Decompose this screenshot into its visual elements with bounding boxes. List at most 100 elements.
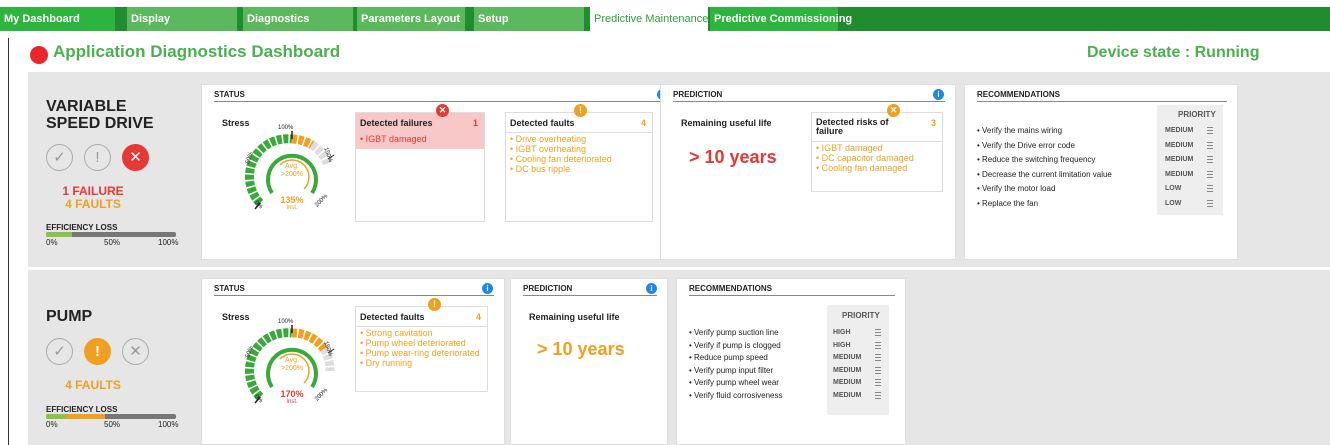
error-icon: ✕ xyxy=(122,144,149,171)
card-divider xyxy=(214,295,494,296)
page-title: Application Diagnostics Dashboard xyxy=(53,42,341,61)
priority-level-icon xyxy=(1207,127,1213,135)
warning-icon: ! xyxy=(84,144,111,171)
eff-tick-50: 50% xyxy=(104,420,121,429)
card-divider xyxy=(977,101,1227,102)
priority-value: LOW xyxy=(1165,199,1182,207)
gauge-avg-label: Avg. xyxy=(285,163,299,170)
tab-setup[interactable]: Setup xyxy=(474,7,584,31)
faults-header: Detected faults xyxy=(356,307,487,327)
fault-badge-icon: ! xyxy=(574,104,587,117)
gauge-instant-label: Inst. xyxy=(286,399,298,405)
gauge-label-100: 100% xyxy=(278,319,294,325)
faults-title: Detected faults xyxy=(360,312,425,322)
fault-count: 4 FAULTS xyxy=(65,378,121,392)
eff-tick-100: 100% xyxy=(158,238,179,247)
alarm-status-icon xyxy=(30,46,48,64)
list-item: • Pump wear-ring deteriorated xyxy=(360,348,480,358)
priority-value: MEDIUM xyxy=(1165,170,1194,178)
faults-count: 4 xyxy=(640,118,646,128)
priority-value: HIGH xyxy=(833,329,851,336)
priority-level-icon xyxy=(1207,199,1213,208)
efficiency-loss-label: EFFICIENCY LOSS xyxy=(46,223,118,232)
fault-count: 4 FAULTS xyxy=(65,197,121,211)
tab-predictive-maintenance[interactable]: Predictive Maintenance xyxy=(590,7,708,31)
priority-level-icon xyxy=(1207,156,1213,164)
list-item: • Cooling fan damaged xyxy=(816,163,908,173)
gauge-avg-value: >200% xyxy=(281,171,303,178)
priority-value: MEDIUM xyxy=(833,391,862,399)
risks-count: 3 xyxy=(930,118,936,128)
recommendation-item: • Verify pump wheel wear xyxy=(689,378,779,387)
drive-section: VARIABLE SPEED DRIVE ✓ ! ✕ 1 FAILURE 4 FA… xyxy=(28,72,1330,267)
failure-badge-icon: ✕ xyxy=(436,104,449,117)
priority-value: LOW xyxy=(1165,185,1182,192)
priority-value: MEDIUM xyxy=(833,379,862,386)
recommendation-item: • Verify the motor load xyxy=(977,184,1056,193)
recommendation-item: • Replace the fan xyxy=(977,198,1039,208)
priority-level-icon xyxy=(875,354,881,362)
priority-level-icon xyxy=(875,341,881,350)
priority-level-icon xyxy=(875,391,881,400)
gauge-average: Avg. >200% xyxy=(272,163,312,179)
list-item: • DC bus ripple xyxy=(510,164,571,174)
drive-name-line1: VARIABLE xyxy=(46,98,127,115)
tab-display[interactable]: Display xyxy=(127,7,237,31)
tab-diagnostics[interactable]: Diagnostics xyxy=(243,7,353,31)
failures-list: • IGBT damaged xyxy=(360,134,480,144)
priority-level-icon xyxy=(1207,141,1213,150)
pump-recommendations-card: RECOMMENDATIONS PRIORITY • Verify pump s… xyxy=(676,278,906,445)
pump-section: PUMP ✓ ! ✕ 4 FAULTS EFFICIENCY LOSS 0% 5… xyxy=(28,270,1330,445)
list-item: • IGBT damaged xyxy=(816,143,883,153)
gauge-instant-label: Inst. xyxy=(286,205,298,211)
pump-status-card: STATUS i Stress 100% 50% 150% 0% 200% Av… xyxy=(201,278,505,445)
tab-bar: My Dashboard Display Diagnostics Paramet… xyxy=(0,0,1330,38)
drive-name-line2: SPEED DRIVE xyxy=(46,115,154,132)
prediction-title: PREDICTION xyxy=(673,90,723,99)
check-icon: ✓ xyxy=(46,338,73,365)
drive-recommendations-card: RECOMMENDATIONS PRIORITY • Verify the ma… xyxy=(964,84,1238,260)
faults-count: 4 xyxy=(475,312,481,322)
faults-title: Detected faults xyxy=(510,118,575,128)
gauge-instant-value: 170% xyxy=(280,389,304,399)
failure-count: 1 FAILURE xyxy=(62,184,124,198)
tab-my-dashboard[interactable]: My Dashboard xyxy=(0,7,115,31)
list-item: • Pump wheel deteriorated xyxy=(360,338,466,348)
priority-level-icon xyxy=(875,379,881,387)
efficiency-loss-fill-orange xyxy=(65,414,105,419)
info-icon[interactable]: i xyxy=(482,283,493,294)
card-divider xyxy=(689,295,895,296)
efficiency-loss-bar xyxy=(46,232,176,237)
close-icon: ✕ xyxy=(122,338,149,365)
eff-tick-100: 100% xyxy=(158,420,179,429)
detected-faults-box: Detected faults 4 • Drive overheating • I… xyxy=(505,104,653,222)
warning-icon: ! xyxy=(84,338,111,365)
detected-failures-box: Detected failures 1 • IGBT damaged ✕ xyxy=(355,104,485,222)
recommendations-title: RECOMMENDATIONS xyxy=(977,90,1060,99)
priority-value: MEDIUM xyxy=(833,366,862,374)
gauge-avg-label: Avg. xyxy=(285,357,299,364)
efficiency-loss-fill xyxy=(46,414,66,419)
tab-predictive-commissioning[interactable]: Predictive Commissioning xyxy=(710,7,852,31)
recommendations-title: RECOMMENDATIONS xyxy=(689,284,772,293)
priority-header: PRIORITY xyxy=(842,311,880,320)
gauge-instant-value: 135% xyxy=(280,195,304,205)
priority-level-icon xyxy=(1207,185,1213,193)
list-item: • Strong cavitation xyxy=(360,328,433,338)
risks-list: • IGBT damaged • DC capacitor damaged • Co… xyxy=(816,143,938,173)
recommendation-item: • Verify the mains wiring xyxy=(977,126,1063,135)
list-item: • Dry running xyxy=(360,358,413,368)
info-icon[interactable]: i xyxy=(646,283,657,294)
risk-badge-icon: ✕ xyxy=(887,104,900,117)
list-item: • DC capacitor damaged xyxy=(816,153,914,163)
risks-header: Detected risks of failure xyxy=(812,113,942,142)
tab-parameters-layout[interactable]: Parameters Layout xyxy=(357,7,465,31)
recommendation-item: • Verify if pump is clogged xyxy=(689,340,781,350)
priority-level-icon xyxy=(875,329,881,337)
priority-level-icon xyxy=(1207,170,1213,179)
info-icon[interactable]: i xyxy=(933,89,944,100)
page-header: Application Diagnostics Dashboard Device… xyxy=(0,38,1330,66)
status-title: STATUS xyxy=(214,284,245,293)
drive-prediction-card: PREDICTION i Remaining useful life > 10 … xyxy=(660,84,956,260)
card-divider xyxy=(523,295,657,296)
